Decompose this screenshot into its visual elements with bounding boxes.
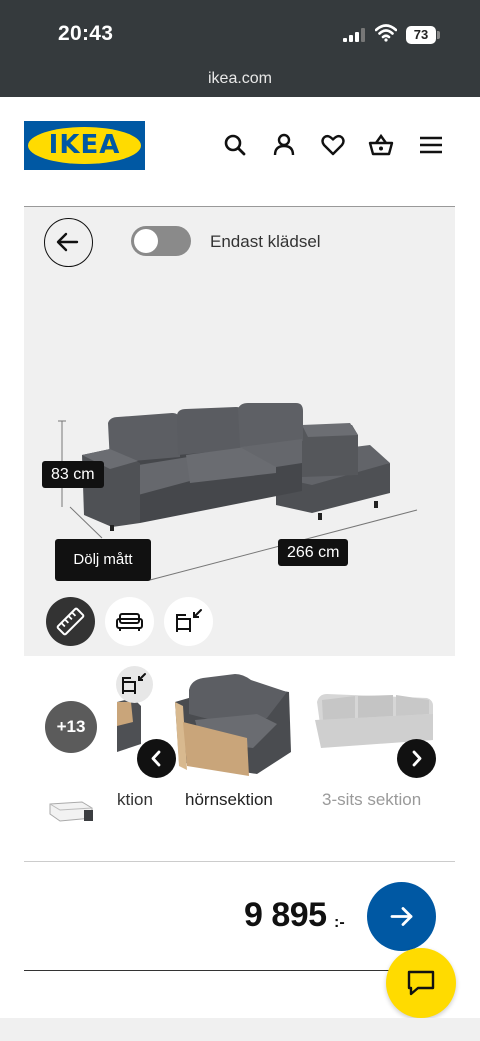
carousel-item-label[interactable]: 3-sits sektion [322, 790, 421, 810]
measure-button[interactable] [46, 597, 95, 646]
price-amount: 9 895 [244, 896, 327, 934]
mini-sofa-thumbnail[interactable] [46, 796, 96, 824]
more-products-badge[interactable]: +13 [45, 701, 97, 753]
chat-icon [407, 970, 435, 996]
ikea-logo[interactable]: IKEA [24, 121, 145, 170]
heart-icon[interactable] [320, 131, 346, 159]
carousel-item-label[interactable]: hörnsektion [185, 790, 273, 810]
status-bar: 20:43 73 ikea.com [0, 0, 480, 97]
ruler-icon [56, 607, 85, 636]
battery-indicator: 73 [406, 26, 436, 44]
sofa-view-button[interactable] [105, 597, 154, 646]
search-icon[interactable] [222, 131, 248, 159]
battery-tip [437, 31, 440, 39]
hide-dimensions-tooltip: Dölj mått [55, 539, 151, 581]
sofa-icon [116, 613, 143, 631]
menu-icon[interactable] [418, 131, 444, 159]
sections-view-button[interactable] [164, 597, 213, 646]
height-dimension-label: 83 cm [42, 461, 104, 488]
sections-icon [176, 609, 202, 632]
back-button[interactable] [44, 218, 93, 267]
chevron-right-icon [412, 750, 422, 767]
width-dimension-label: 266 cm [278, 539, 349, 566]
divider [24, 970, 394, 971]
price-currency: :- [334, 914, 345, 931]
carousel-item-label[interactable]: ktion [117, 790, 157, 810]
status-time: 20:43 [58, 22, 114, 45]
arrow-left-icon [56, 232, 79, 252]
basket-icon[interactable] [368, 131, 394, 159]
sections-badge [116, 666, 153, 703]
chat-button[interactable] [386, 948, 456, 1018]
toggle-knob [134, 229, 158, 253]
toggle-label: Endast klädsel [210, 232, 321, 251]
wifi-icon [375, 24, 397, 42]
signal-icon [343, 28, 365, 42]
chevron-left-icon [151, 750, 161, 767]
carousel-prev-button[interactable] [137, 739, 176, 778]
footer-band [0, 1018, 480, 1041]
divider [24, 861, 455, 862]
upholstery-only-toggle[interactable] [131, 226, 191, 256]
continue-button[interactable] [367, 882, 436, 951]
carousel-next-button[interactable] [397, 739, 436, 778]
logo-text: IKEA [48, 130, 121, 160]
user-icon[interactable] [271, 131, 297, 159]
sections-icon [122, 673, 146, 694]
arrow-right-icon [390, 907, 413, 926]
address-bar-url[interactable]: ikea.com [0, 70, 480, 88]
